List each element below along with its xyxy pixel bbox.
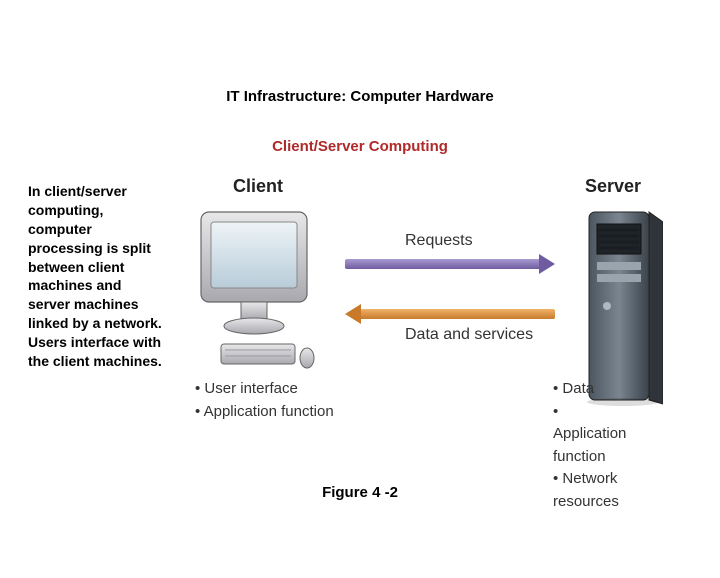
- figure-caption: Figure 4 -2: [0, 484, 720, 501]
- list-item: Application function: [553, 401, 631, 469]
- data-services-arrow-label: Data and services: [405, 326, 533, 344]
- list-item: Data: [553, 378, 631, 401]
- requests-arrow-icon: [345, 256, 555, 272]
- description-text: In client/server computing, computer pro…: [28, 182, 163, 371]
- slide: IT Infrastructure: Computer Hardware Cli…: [0, 0, 720, 540]
- list-item: User interface: [195, 378, 334, 401]
- data-services-arrow-icon: [345, 306, 555, 322]
- client-label: Client: [233, 176, 283, 197]
- client-computer-icon: [195, 208, 315, 378]
- server-bullet-list: Data Application function Network resour…: [553, 378, 631, 578]
- client-server-diagram: Client Server: [185, 176, 705, 456]
- page-subheading: Client/Server Computing: [0, 138, 720, 155]
- server-label: Server: [585, 176, 641, 197]
- requests-arrow-label: Requests: [405, 232, 473, 250]
- page-heading: IT Infrastructure: Computer Hardware: [0, 88, 720, 105]
- server-tower-icon: [585, 206, 663, 406]
- client-bullet-list: User interface Application function: [195, 378, 334, 423]
- list-item: Application function: [195, 401, 334, 424]
